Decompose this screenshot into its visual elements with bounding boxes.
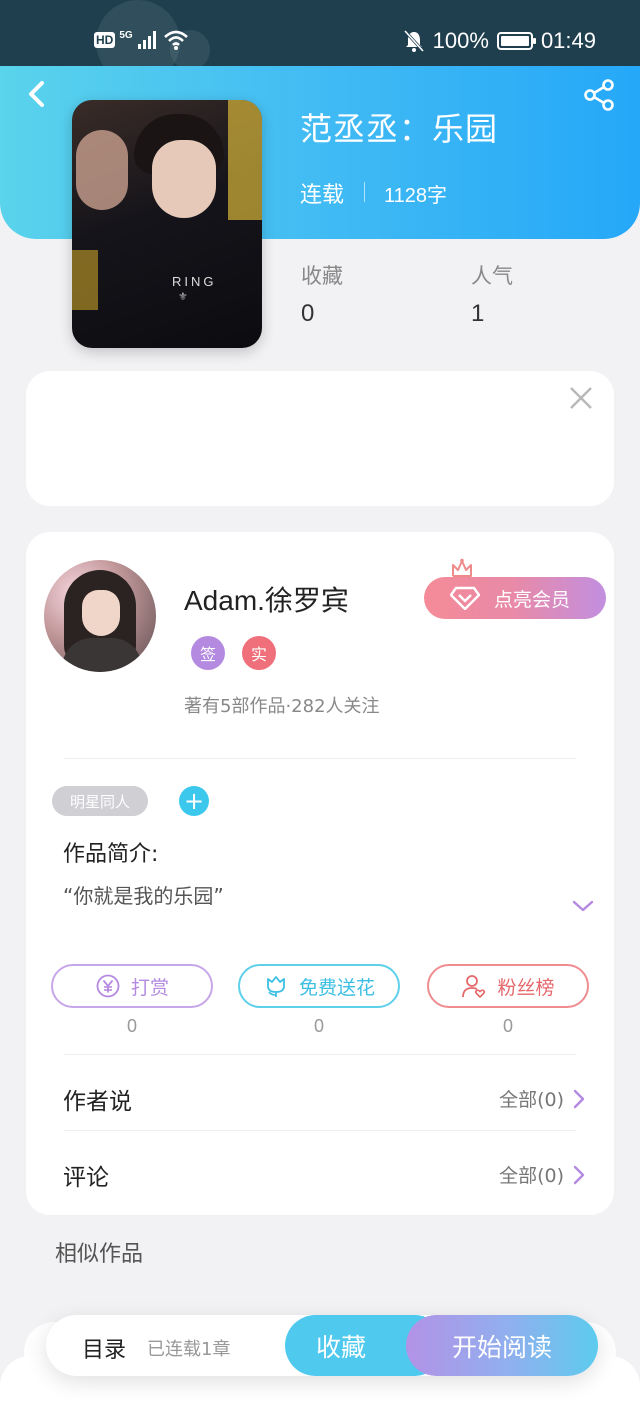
serial-status: 连载 xyxy=(300,183,345,208)
book-detail-card: Adam.徐罗宾 签 实 著有5部作品·282人关注 点亮会员 明星同人 + 作… xyxy=(26,532,614,1215)
vip-button-label: 点亮会员 xyxy=(494,588,571,611)
battery-percent: 100% xyxy=(432,28,489,53)
category-tag[interactable]: 明星同人 xyxy=(52,786,148,816)
send-flower-label: 免费送花 xyxy=(298,976,375,999)
add-tag-button[interactable]: + xyxy=(179,786,209,816)
status-right: 100% 01:49 xyxy=(403,26,596,56)
chevron-down-icon[interactable] xyxy=(570,896,596,916)
collect-stat-value: 0 xyxy=(301,300,315,327)
battery-icon xyxy=(496,32,536,50)
user-heart-icon xyxy=(462,975,486,998)
toc-button[interactable]: 目录 xyxy=(82,1332,126,1364)
flower-count: 0 xyxy=(313,1016,324,1036)
chevron-right-icon xyxy=(573,1165,585,1184)
author-meta: 著有5部作品·282人关注 xyxy=(184,696,380,717)
author-avatar[interactable] xyxy=(44,560,156,672)
divider xyxy=(64,1130,576,1131)
popularity-stat-value: 1 xyxy=(471,300,485,327)
tip-count: 0 xyxy=(126,1016,137,1036)
close-icon[interactable] xyxy=(568,385,594,411)
serial-divider xyxy=(364,182,365,202)
divider xyxy=(64,1054,576,1055)
comments-all-link[interactable]: 全部(0) xyxy=(499,1161,586,1188)
author-says-all-link[interactable]: 全部(0) xyxy=(499,1085,586,1112)
fans-rank-button[interactable]: 粉丝榜 xyxy=(427,964,589,1008)
word-count: 1128字 xyxy=(384,185,448,207)
cover-shirt-text: RING xyxy=(172,274,217,289)
intro-title: 作品简介: xyxy=(63,842,159,867)
start-reading-button[interactable]: 开始阅读 xyxy=(406,1315,598,1376)
gem-icon xyxy=(450,586,480,610)
yen-coin-icon xyxy=(96,974,120,998)
flower-icon xyxy=(267,976,285,997)
comments-label[interactable]: 评论 xyxy=(63,1158,109,1192)
network-type: 5G xyxy=(119,29,133,41)
signed-badge: 签 xyxy=(191,636,225,670)
tip-button[interactable]: 打赏 xyxy=(51,964,213,1008)
wifi-icon xyxy=(163,30,188,50)
popularity-stat-label: 人气 xyxy=(471,264,513,288)
author-says-count: 全部(0) xyxy=(499,1089,564,1111)
signal-icon xyxy=(137,31,156,49)
author-name[interactable]: Adam.徐罗宾 xyxy=(184,579,349,619)
bell-off-icon xyxy=(403,29,424,53)
hd-badge: HD xyxy=(94,32,116,48)
author-says-label[interactable]: 作者说 xyxy=(63,1082,132,1116)
bottom-action-bar: 目录 已连载1章 收藏 开始阅读 xyxy=(46,1315,598,1376)
similar-works-title: 相似作品 xyxy=(55,1242,144,1267)
status-bar: HD 5G 100% 01:49 xyxy=(0,0,640,84)
collect-stat-label: 收藏 xyxy=(301,264,343,288)
book-cover[interactable]: RING ⚜ xyxy=(72,100,262,348)
cover-logo-icon: ⚜ xyxy=(178,290,188,303)
verified-badge: 实 xyxy=(242,636,276,670)
divider xyxy=(64,758,576,759)
vip-button[interactable]: 点亮会员 xyxy=(424,577,606,619)
ad-card xyxy=(26,371,614,506)
tip-label: 打赏 xyxy=(130,976,169,999)
chevron-right-icon xyxy=(573,1089,585,1108)
back-arrow-icon[interactable] xyxy=(22,78,54,110)
book-title: 范丞丞：乐园 xyxy=(300,110,499,148)
comments-count: 全部(0) xyxy=(499,1165,564,1187)
send-flower-button[interactable]: 免费送花 xyxy=(238,964,400,1008)
intro-text: “你就是我的乐园” xyxy=(63,884,224,908)
share-icon[interactable] xyxy=(582,78,616,112)
clock: 01:49 xyxy=(540,28,596,53)
fans-rank-label: 粉丝榜 xyxy=(497,976,555,999)
fans-count: 0 xyxy=(502,1016,513,1036)
chapter-count: 已连载1章 xyxy=(147,1339,231,1360)
status-left: HD 5G xyxy=(94,26,189,54)
